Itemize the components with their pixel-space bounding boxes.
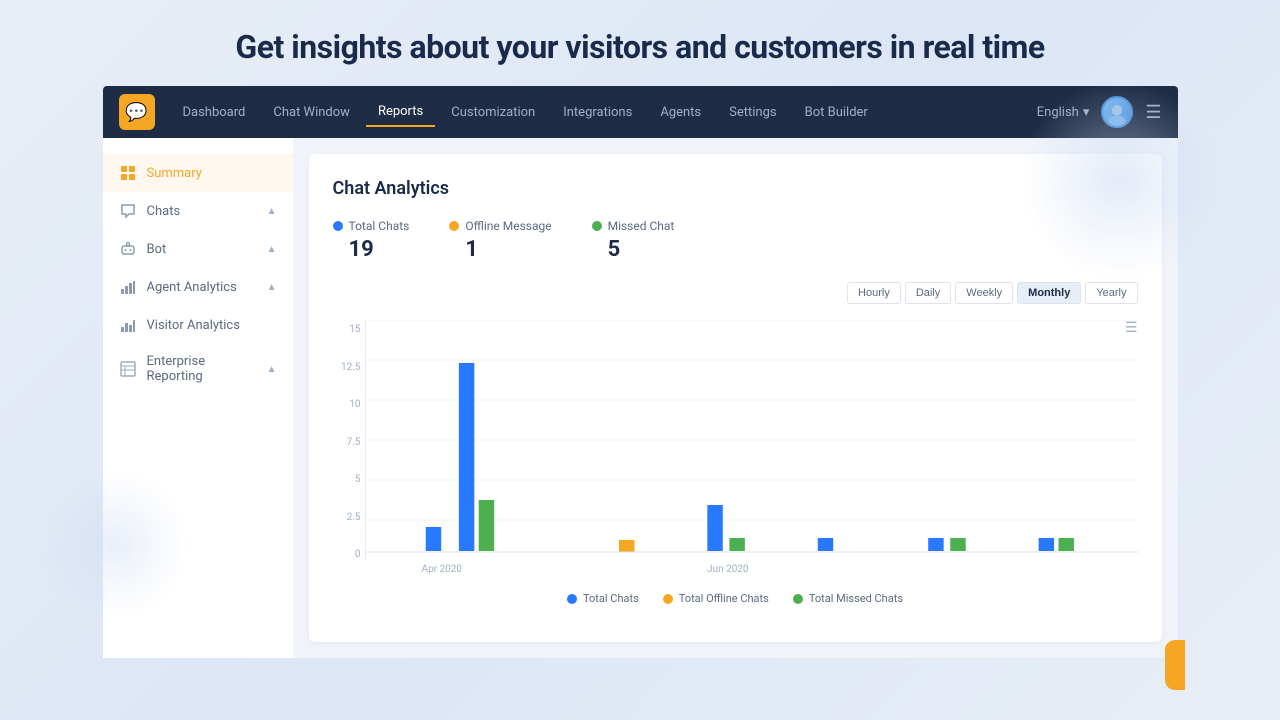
top-nav: 💬 Dashboard Chat Window Reports Customiz…: [103, 86, 1178, 138]
stat-total-chats: Total Chats 19: [333, 219, 410, 262]
logo-icon: 💬: [119, 94, 155, 130]
legend-missed-chats: Total Missed Chats: [793, 592, 903, 605]
chats-chevron-icon: ▲: [267, 206, 277, 217]
chart-area: ☰: [365, 320, 1138, 584]
chart-menu-icon[interactable]: ☰: [1125, 320, 1138, 336]
enterprise-reporting-icon: [119, 360, 137, 378]
y-label-15: 15: [333, 324, 361, 335]
visitor-analytics-icon: [119, 316, 137, 334]
chart-legend: Total Chats Total Offline Chats Total Mi…: [333, 592, 1138, 605]
stat-offline-message: Offline Message 1: [449, 219, 551, 262]
sidebar-label-bot: Bot: [147, 242, 167, 257]
legend-total-chats: Total Chats: [567, 592, 639, 605]
y-label-10: 10: [333, 399, 361, 410]
x-axis: Apr 2020 Jun 2020: [365, 564, 1138, 584]
y-label-2.5: 2.5: [333, 512, 361, 523]
stat-label-missed: Missed Chat: [592, 219, 675, 233]
nav-settings[interactable]: Settings: [717, 99, 788, 126]
missed-dot: [592, 221, 602, 231]
sidebar-label-chats: Chats: [147, 204, 181, 219]
sidebar-item-enterprise-reporting[interactable]: Enterprise Reporting ▲: [103, 344, 293, 394]
sidebar-item-bot[interactable]: Bot ▲: [103, 230, 293, 268]
sidebar: Summary Chats ▲: [103, 138, 293, 658]
total-chats-dot: [333, 221, 343, 231]
y-label-12.5: 12.5: [333, 362, 361, 373]
time-btn-monthly[interactable]: Monthly: [1017, 282, 1081, 304]
agent-analytics-chevron-icon: ▲: [267, 282, 277, 293]
floating-cta[interactable]: [1165, 640, 1185, 690]
bot-chevron-icon: ▲: [267, 244, 277, 255]
hero-title: Get insights about your visitors and cus…: [0, 0, 1280, 86]
content-area: Summary Chats ▲: [103, 138, 1178, 658]
nav-customization[interactable]: Customization: [439, 99, 547, 126]
sidebar-item-agent-analytics[interactable]: Agent Analytics ▲: [103, 268, 293, 306]
nav-bot-builder[interactable]: Bot Builder: [793, 99, 880, 126]
chart-svg: [365, 320, 1138, 560]
language-selector[interactable]: English ▾: [1037, 105, 1090, 120]
sidebar-label-agent-analytics: Agent Analytics: [147, 280, 237, 295]
offline-dot: [449, 221, 459, 231]
sidebar-item-summary[interactable]: Summary: [103, 154, 293, 192]
y-label-0: 0: [333, 549, 361, 560]
time-filter: Hourly Daily Weekly Monthly Yearly: [333, 282, 1138, 304]
legend-dot-missed: [793, 594, 803, 604]
logo[interactable]: 💬: [119, 94, 155, 130]
sidebar-label-summary: Summary: [147, 166, 202, 181]
time-btn-weekly[interactable]: Weekly: [955, 282, 1013, 304]
stat-value-offline: 1: [465, 237, 551, 262]
nav-agents[interactable]: Agents: [648, 99, 713, 126]
agent-analytics-icon: [119, 278, 137, 296]
time-btn-yearly[interactable]: Yearly: [1085, 282, 1137, 304]
sidebar-item-visitor-analytics[interactable]: Visitor Analytics: [103, 306, 293, 344]
sidebar-label-visitor-analytics: Visitor Analytics: [147, 318, 240, 333]
stat-label-total-chats: Total Chats: [333, 219, 410, 233]
main-panel: Chat Analytics Total Chats 19 Offline Me…: [309, 154, 1162, 642]
main-container: 💬 Dashboard Chat Window Reports Customiz…: [103, 86, 1178, 658]
time-btn-hourly[interactable]: Hourly: [847, 282, 901, 304]
language-label: English: [1037, 105, 1079, 120]
stats-row: Total Chats 19 Offline Message 1 Missed …: [333, 219, 1138, 262]
y-axis: 15 12.5 10 7.5 5 2.5 0: [333, 320, 365, 564]
chats-icon: [119, 202, 137, 220]
enterprise-chevron-icon: ▲: [267, 364, 277, 375]
y-label-7.5: 7.5: [333, 437, 361, 448]
legend-dot-total-chats: [567, 594, 577, 604]
stat-label-offline: Offline Message: [449, 219, 551, 233]
chevron-down-icon: ▾: [1083, 105, 1090, 120]
legend-offline-chats: Total Offline Chats: [663, 592, 769, 605]
sidebar-label-enterprise-reporting: Enterprise Reporting: [147, 354, 257, 384]
summary-icon: [119, 164, 137, 182]
bot-icon: [119, 240, 137, 258]
x-label-jun: Jun 2020: [707, 564, 749, 575]
sidebar-item-chats[interactable]: Chats ▲: [103, 192, 293, 230]
x-label-apr: Apr 2020: [422, 564, 463, 575]
legend-dot-offline: [663, 594, 673, 604]
stat-value-total-chats: 19: [349, 237, 410, 262]
nav-chat-window[interactable]: Chat Window: [261, 99, 362, 126]
hamburger-icon[interactable]: ☰: [1145, 102, 1161, 123]
chart-wrapper: 15 12.5 10 7.5 5 2.5 0 ☰: [333, 320, 1138, 584]
nav-dashboard[interactable]: Dashboard: [171, 99, 258, 126]
nav-reports[interactable]: Reports: [366, 98, 435, 127]
nav-integrations[interactable]: Integrations: [551, 99, 644, 126]
time-btn-daily[interactable]: Daily: [905, 282, 951, 304]
stat-value-missed: 5: [608, 237, 675, 262]
avatar[interactable]: [1101, 96, 1133, 128]
nav-right: English ▾ ☰: [1037, 96, 1162, 128]
y-label-5: 5: [333, 474, 361, 485]
stat-missed-chat: Missed Chat 5: [592, 219, 675, 262]
panel-title: Chat Analytics: [333, 178, 1138, 199]
